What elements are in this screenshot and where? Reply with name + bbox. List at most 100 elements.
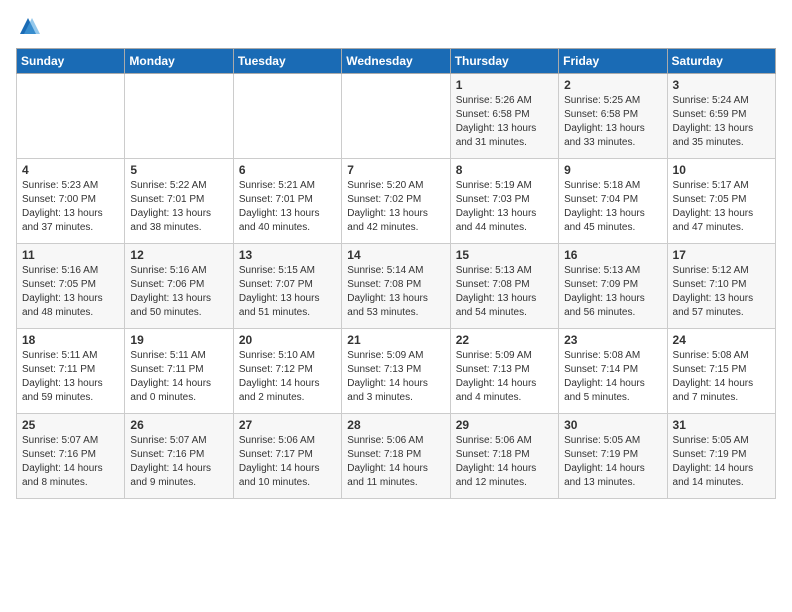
day-number: 24 xyxy=(673,333,770,347)
calendar-cell: 10 Sunrise: 5:17 AM Sunset: 7:05 PM Dayli… xyxy=(667,159,775,244)
day-number: 26 xyxy=(130,418,227,432)
day-number: 14 xyxy=(347,248,444,262)
day-info: Sunrise: 5:13 AM Sunset: 7:08 PM Dayligh… xyxy=(456,264,553,320)
calendar-cell: 5 Sunrise: 5:22 AM Sunset: 7:01 PM Daylig… xyxy=(125,159,233,244)
calendar-cell: 14 Sunrise: 5:14 AM Sunset: 7:08 PM Dayli… xyxy=(342,244,450,329)
header-monday: Monday xyxy=(125,49,233,74)
day-info: Sunrise: 5:25 AM Sunset: 6:58 PM Dayligh… xyxy=(564,94,661,150)
calendar-cell: 7Sunrise: 5:20 AM Sunset: 7:02 PM Daylig… xyxy=(342,159,450,244)
day-info: Sunrise: 5:13 AM Sunset: 7:09 PM Dayligh… xyxy=(564,264,661,320)
day-number: 29 xyxy=(456,418,553,432)
day-info: Sunrise: 5:24 AM Sunset: 6:59 PM Dayligh… xyxy=(673,94,770,150)
day-info: Sunrise: 5:15 AM Sunset: 7:07 PM Dayligh… xyxy=(239,264,336,320)
calendar-cell: 12 Sunrise: 5:16 AM Sunset: 7:06 PM Dayli… xyxy=(125,244,233,329)
day-number: 22 xyxy=(456,333,553,347)
calendar-cell: 28Sunrise: 5:06 AM Sunset: 7:18 PM Dayli… xyxy=(342,414,450,499)
calendar-table: SundayMondayTuesdayWednesdayThursdayFrid… xyxy=(16,48,776,499)
header-sunday: Sunday xyxy=(17,49,125,74)
day-number: 25 xyxy=(22,418,119,432)
calendar-cell: 11Sunrise: 5:16 AM Sunset: 7:05 PM Dayli… xyxy=(17,244,125,329)
calendar-cell: 22 Sunrise: 5:09 AM Sunset: 7:13 PM Dayli… xyxy=(450,329,558,414)
day-info: Sunrise: 5:10 AM Sunset: 7:12 PM Dayligh… xyxy=(239,349,336,405)
day-info: Sunrise: 5:14 AM Sunset: 7:08 PM Dayligh… xyxy=(347,264,444,320)
calendar-cell: 29 Sunrise: 5:06 AM Sunset: 7:18 PM Dayli… xyxy=(450,414,558,499)
day-number: 9 xyxy=(564,163,661,177)
day-number: 10 xyxy=(673,163,770,177)
day-info: Sunrise: 5:06 AM Sunset: 7:18 PM Dayligh… xyxy=(456,434,553,490)
day-info: Sunrise: 5:17 AM Sunset: 7:05 PM Dayligh… xyxy=(673,179,770,235)
logo-icon xyxy=(16,16,40,40)
calendar-cell: 20 Sunrise: 5:10 AM Sunset: 7:12 PM Dayli… xyxy=(233,329,341,414)
day-info: Sunrise: 5:18 AM Sunset: 7:04 PM Dayligh… xyxy=(564,179,661,235)
header-tuesday: Tuesday xyxy=(233,49,341,74)
day-number: 19 xyxy=(130,333,227,347)
calendar-week-row: 1 Sunrise: 5:26 AM Sunset: 6:58 PM Daylig… xyxy=(17,74,776,159)
day-number: 11 xyxy=(22,248,119,262)
calendar-cell xyxy=(342,74,450,159)
day-info: Sunrise: 5:26 AM Sunset: 6:58 PM Dayligh… xyxy=(456,94,553,150)
day-number: 8 xyxy=(456,163,553,177)
page-header xyxy=(16,16,776,40)
day-info: Sunrise: 5:05 AM Sunset: 7:19 PM Dayligh… xyxy=(673,434,770,490)
calendar-cell xyxy=(17,74,125,159)
day-info: Sunrise: 5:05 AM Sunset: 7:19 PM Dayligh… xyxy=(564,434,661,490)
day-info: Sunrise: 5:20 AM Sunset: 7:02 PM Dayligh… xyxy=(347,179,444,235)
day-info: Sunrise: 5:11 AM Sunset: 7:11 PM Dayligh… xyxy=(130,349,227,405)
day-info: Sunrise: 5:09 AM Sunset: 7:13 PM Dayligh… xyxy=(456,349,553,405)
calendar-cell: 13Sunrise: 5:15 AM Sunset: 7:07 PM Dayli… xyxy=(233,244,341,329)
day-number: 27 xyxy=(239,418,336,432)
calendar-cell: 9 Sunrise: 5:18 AM Sunset: 7:04 PM Daylig… xyxy=(559,159,667,244)
day-info: Sunrise: 5:08 AM Sunset: 7:14 PM Dayligh… xyxy=(564,349,661,405)
day-number: 18 xyxy=(22,333,119,347)
day-info: Sunrise: 5:21 AM Sunset: 7:01 PM Dayligh… xyxy=(239,179,336,235)
calendar-cell: 30 Sunrise: 5:05 AM Sunset: 7:19 PM Dayli… xyxy=(559,414,667,499)
day-number: 31 xyxy=(673,418,770,432)
day-number: 17 xyxy=(673,248,770,262)
day-info: Sunrise: 5:22 AM Sunset: 7:01 PM Dayligh… xyxy=(130,179,227,235)
header-friday: Friday xyxy=(559,49,667,74)
day-number: 23 xyxy=(564,333,661,347)
day-number: 6 xyxy=(239,163,336,177)
calendar-cell: 19 Sunrise: 5:11 AM Sunset: 7:11 PM Dayli… xyxy=(125,329,233,414)
calendar-week-row: 4 Sunrise: 5:23 AM Sunset: 7:00 PM Daylig… xyxy=(17,159,776,244)
calendar-week-row: 25 Sunrise: 5:07 AM Sunset: 7:16 PM Dayli… xyxy=(17,414,776,499)
calendar-header-row: SundayMondayTuesdayWednesdayThursdayFrid… xyxy=(17,49,776,74)
calendar-cell: 16 Sunrise: 5:13 AM Sunset: 7:09 PM Dayli… xyxy=(559,244,667,329)
day-info: Sunrise: 5:19 AM Sunset: 7:03 PM Dayligh… xyxy=(456,179,553,235)
day-number: 5 xyxy=(130,163,227,177)
day-info: Sunrise: 5:11 AM Sunset: 7:11 PM Dayligh… xyxy=(22,349,119,405)
calendar-cell: 18 Sunrise: 5:11 AM Sunset: 7:11 PM Dayli… xyxy=(17,329,125,414)
calendar-cell: 24Sunrise: 5:08 AM Sunset: 7:15 PM Dayli… xyxy=(667,329,775,414)
day-number: 21 xyxy=(347,333,444,347)
day-number: 15 xyxy=(456,248,553,262)
day-number: 4 xyxy=(22,163,119,177)
calendar-cell: 31 Sunrise: 5:05 AM Sunset: 7:19 PM Dayli… xyxy=(667,414,775,499)
calendar-cell: 8 Sunrise: 5:19 AM Sunset: 7:03 PM Daylig… xyxy=(450,159,558,244)
day-info: Sunrise: 5:16 AM Sunset: 7:06 PM Dayligh… xyxy=(130,264,227,320)
day-info: Sunrise: 5:09 AM Sunset: 7:13 PM Dayligh… xyxy=(347,349,444,405)
calendar-cell: 6 Sunrise: 5:21 AM Sunset: 7:01 PM Daylig… xyxy=(233,159,341,244)
calendar-cell xyxy=(233,74,341,159)
logo xyxy=(16,16,44,40)
day-number: 30 xyxy=(564,418,661,432)
calendar-cell: 1 Sunrise: 5:26 AM Sunset: 6:58 PM Daylig… xyxy=(450,74,558,159)
day-number: 20 xyxy=(239,333,336,347)
calendar-cell: 23 Sunrise: 5:08 AM Sunset: 7:14 PM Dayli… xyxy=(559,329,667,414)
day-info: Sunrise: 5:06 AM Sunset: 7:17 PM Dayligh… xyxy=(239,434,336,490)
day-info: Sunrise: 5:07 AM Sunset: 7:16 PM Dayligh… xyxy=(22,434,119,490)
day-number: 3 xyxy=(673,78,770,92)
header-saturday: Saturday xyxy=(667,49,775,74)
day-info: Sunrise: 5:23 AM Sunset: 7:00 PM Dayligh… xyxy=(22,179,119,235)
day-number: 16 xyxy=(564,248,661,262)
calendar-cell: 2Sunrise: 5:25 AM Sunset: 6:58 PM Daylig… xyxy=(559,74,667,159)
calendar-week-row: 18 Sunrise: 5:11 AM Sunset: 7:11 PM Dayli… xyxy=(17,329,776,414)
calendar-cell: 3 Sunrise: 5:24 AM Sunset: 6:59 PM Daylig… xyxy=(667,74,775,159)
day-number: 12 xyxy=(130,248,227,262)
calendar-cell: 15 Sunrise: 5:13 AM Sunset: 7:08 PM Dayli… xyxy=(450,244,558,329)
calendar-cell: 26Sunrise: 5:07 AM Sunset: 7:16 PM Dayli… xyxy=(125,414,233,499)
calendar-cell: 21 Sunrise: 5:09 AM Sunset: 7:13 PM Dayli… xyxy=(342,329,450,414)
calendar-cell xyxy=(125,74,233,159)
header-thursday: Thursday xyxy=(450,49,558,74)
calendar-cell: 17Sunrise: 5:12 AM Sunset: 7:10 PM Dayli… xyxy=(667,244,775,329)
day-number: 1 xyxy=(456,78,553,92)
